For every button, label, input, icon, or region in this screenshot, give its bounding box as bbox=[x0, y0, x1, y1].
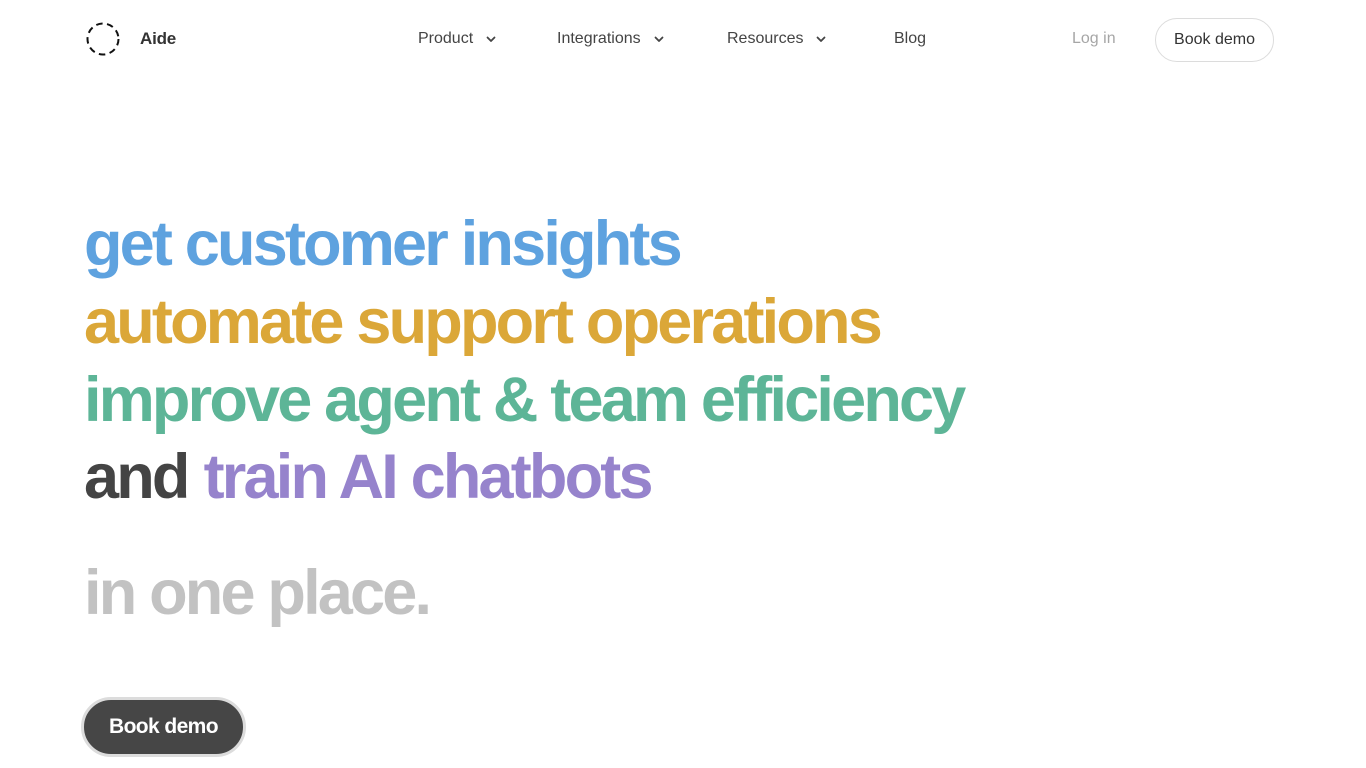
hero-line-automate: automate support operations bbox=[84, 287, 883, 357]
nav-item-label: Product bbox=[418, 30, 474, 47]
book-demo-button-header[interactable]: Book demo bbox=[1155, 18, 1274, 62]
nav-item-label: Blog bbox=[894, 30, 927, 47]
dashed-circle-icon bbox=[86, 22, 120, 56]
hero-line-efficiency: improve agent & team efficiency bbox=[84, 365, 966, 435]
nav-item-blog[interactable]: Blog bbox=[894, 30, 926, 48]
hero-line-chatbots: and train AI chatbots bbox=[84, 446, 654, 509]
logo-link[interactable]: Aide bbox=[86, 22, 176, 56]
hero-line-highlight: train AI chatbots bbox=[203, 442, 654, 512]
hero-line-prefix: and bbox=[84, 442, 190, 512]
nav-item-product[interactable]: Product bbox=[418, 30, 496, 48]
hero-line-insights: get customer insights bbox=[84, 209, 683, 279]
landing-page: Aide Product Integrations Resources Blog… bbox=[0, 0, 1366, 768]
nav-item-resources[interactable]: Resources bbox=[727, 30, 826, 48]
chevron-down-icon bbox=[817, 36, 826, 42]
book-demo-button-hero[interactable]: Book demo bbox=[81, 697, 246, 757]
nav-item-label: Resources bbox=[727, 30, 804, 47]
nav-item-label: Integrations bbox=[557, 30, 641, 47]
brand-name: Aide bbox=[140, 29, 177, 48]
hero-tagline: in one place. bbox=[84, 558, 432, 628]
nav-item-integrations[interactable]: Integrations bbox=[557, 30, 664, 48]
chevron-down-icon bbox=[654, 36, 664, 42]
login-link[interactable]: Log in bbox=[1072, 30, 1116, 48]
chevron-down-icon bbox=[486, 36, 496, 42]
top-nav: Aide Product Integrations Resources Blog… bbox=[0, 0, 1366, 82]
